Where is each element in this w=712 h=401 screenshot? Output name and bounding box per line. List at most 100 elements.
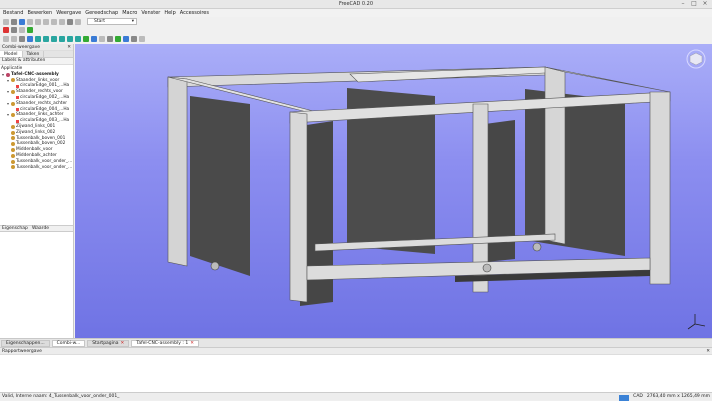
right-view-icon[interactable] <box>51 36 57 42</box>
menu-venster[interactable]: Venster <box>141 9 160 17</box>
redo-icon[interactable] <box>59 18 65 25</box>
close-icon[interactable]: × <box>702 1 708 7</box>
fit-selection-icon[interactable] <box>11 36 17 42</box>
tab-model[interactable]: Model <box>0 51 23 57</box>
combo-tabs: Model Taken <box>0 51 73 58</box>
caster-wheel-front <box>482 263 492 273</box>
save-icon[interactable] <box>19 18 25 25</box>
part-icon <box>11 153 15 158</box>
tab-startpagina[interactable]: Startpagina ✕ <box>87 339 130 347</box>
tree-item[interactable]: Tussenbalk_voor_onder_... <box>0 165 73 171</box>
menu-help[interactable]: Help <box>164 9 175 17</box>
close-tab-icon[interactable]: ✕ <box>190 340 194 347</box>
expand-arrow-icon[interactable]: ▾ <box>6 89 10 95</box>
tab-combi-label: Combi-w... <box>56 340 81 346</box>
sketch-icon <box>16 107 19 111</box>
menu-macro[interactable]: Macro <box>122 9 137 17</box>
macro-toolbar <box>0 26 712 34</box>
open-file-icon[interactable] <box>11 18 17 25</box>
title-bar: FreeCAD 0.20 – □ × <box>0 0 712 9</box>
solve-icon[interactable] <box>131 36 137 42</box>
refresh-icon[interactable] <box>67 18 73 25</box>
menu-bewerken[interactable]: Bewerken <box>27 9 52 17</box>
draw-style-icon[interactable] <box>19 36 25 42</box>
combo-view-title: Combi-weergave <box>2 45 41 50</box>
view-toolbar <box>0 34 712 44</box>
record-macro-icon[interactable] <box>3 27 9 33</box>
isometric-view-icon[interactable] <box>27 36 33 42</box>
run-macro-icon[interactable] <box>27 27 33 33</box>
axis-y <box>687 323 696 330</box>
expand-arrow-icon[interactable]: ▾ <box>6 112 10 118</box>
assembly-add-icon[interactable] <box>115 36 121 42</box>
model-tree: Applicatie ▾ Tafel-CNC-assembly ▾ Staander_… <box>0 65 73 170</box>
tab-tafel-cnc[interactable]: Tafel-CNC-assembly : 1 ✕ <box>131 339 199 347</box>
tab-taken[interactable]: Taken <box>23 51 45 57</box>
expand-arrow-icon[interactable]: ▾ <box>1 72 5 78</box>
workbench-label: Start <box>94 19 105 24</box>
undo-icon[interactable] <box>51 18 57 25</box>
settings-icon[interactable] <box>139 36 145 42</box>
report-view: Rapportweergave ✕ <box>0 347 712 392</box>
report-view-header: Rapportweergave ✕ <box>0 348 712 355</box>
top-view-icon[interactable] <box>43 36 49 42</box>
front-left-post <box>289 111 308 303</box>
constraint-icon[interactable] <box>123 36 129 42</box>
side-panel-left <box>190 96 250 276</box>
side-panel-right <box>525 89 625 256</box>
macros-icon[interactable] <box>19 27 25 33</box>
cnc-table-model[interactable] <box>75 44 712 338</box>
part-icon[interactable] <box>91 36 97 42</box>
front-right-post <box>649 91 671 285</box>
axis-x <box>694 323 706 327</box>
part-icon <box>11 142 15 147</box>
close-panel-icon[interactable]: ✕ <box>706 348 710 355</box>
right-rear-post <box>544 66 566 245</box>
tab-eigenschappen-label: Eigenschappen... <box>6 340 45 346</box>
property-header: Eigenschap Waarde <box>0 225 73 232</box>
group-icon[interactable] <box>99 36 105 42</box>
part-icon <box>11 165 15 170</box>
caster-wheel-right <box>532 242 542 252</box>
menu-accessoires[interactable]: Accessoires <box>180 9 209 17</box>
file-toolbar: Start <box>0 17 712 26</box>
navigation-cube-icon[interactable] <box>685 48 707 70</box>
stop-macro-icon[interactable] <box>11 27 17 33</box>
measure-icon[interactable] <box>83 36 89 42</box>
sketch-icon <box>16 119 19 123</box>
whats-this-icon[interactable] <box>75 18 81 25</box>
part-icon <box>11 124 15 129</box>
menu-gereedschap[interactable]: Gereedschap <box>85 9 118 17</box>
report-view-title: Rapportweergave <box>2 349 42 354</box>
part-icon <box>11 90 15 95</box>
tab-startpagina-label: Startpagina <box>92 340 119 346</box>
cut-icon[interactable] <box>27 18 33 25</box>
left-view-icon[interactable] <box>75 36 81 42</box>
link-icon[interactable] <box>107 36 113 42</box>
rear-view-icon[interactable] <box>59 36 65 42</box>
copy-icon[interactable] <box>35 18 41 25</box>
expand-arrow-icon[interactable]: ▾ <box>6 78 10 84</box>
tab-eigenschappen[interactable]: Eigenschappen... <box>1 339 50 347</box>
close-tab-icon[interactable]: ✕ <box>121 340 125 347</box>
value-column-header: Waarde <box>32 226 50 231</box>
fit-all-icon[interactable] <box>3 36 9 42</box>
tree-item-label: Tussenbalk_voor_onder_... <box>16 164 73 170</box>
menu-weergave[interactable]: Weergave <box>56 9 81 17</box>
close-panel-icon[interactable]: ✕ <box>67 44 71 51</box>
workbench-selector[interactable]: Start <box>87 18 137 25</box>
window-title: FreeCAD 0.20 <box>338 1 374 7</box>
front-view-icon[interactable] <box>35 36 41 42</box>
maximize-icon[interactable]: □ <box>691 1 697 7</box>
tab-combi[interactable]: Combi-w... <box>51 339 86 347</box>
part-icon <box>11 130 15 135</box>
3d-viewport[interactable] <box>75 44 712 338</box>
new-file-icon[interactable] <box>3 18 9 25</box>
minimize-icon[interactable]: – <box>680 1 686 7</box>
bottom-view-icon[interactable] <box>67 36 73 42</box>
menu-bestand[interactable]: Bestand <box>3 9 23 17</box>
expand-arrow-icon[interactable]: ▾ <box>6 101 10 107</box>
property-column-header: Eigenschap <box>2 226 28 231</box>
combo-view-header: Combi-weergave ✕ <box>0 44 73 51</box>
paste-icon[interactable] <box>43 18 49 25</box>
